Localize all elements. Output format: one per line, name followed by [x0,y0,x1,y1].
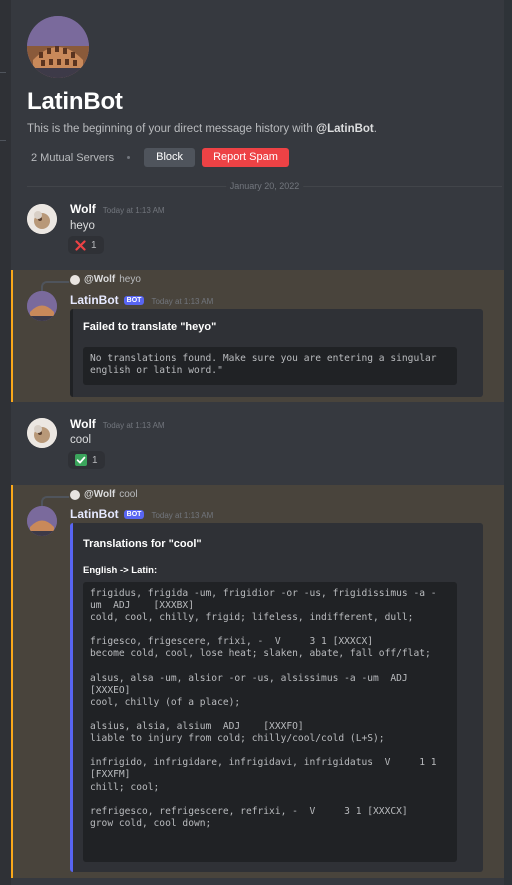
message-author[interactable]: Wolf Today at 1:13 AM [70,417,165,431]
message-author[interactable]: LatinBot BOT Today at 1:13 AM [70,293,213,307]
reply-reference[interactable]: @Wolf cool [70,489,138,500]
dm-intro-text: This is the beginning of your direct mes… [27,123,377,135]
reaction-button[interactable]: 1 [68,451,105,469]
error-embed: Failed to translate "heyo" No translatio… [70,309,483,397]
message-timestamp: Today at 1:13 AM [102,206,165,215]
author-name[interactable]: Wolf [70,417,96,431]
block-button[interactable]: Block [144,148,196,167]
reply-connector [41,281,69,291]
author-name[interactable]: Wolf [70,202,96,216]
colosseum-icon [27,291,57,321]
bot-badge: BOT [123,296,145,305]
reply-connector [41,496,69,506]
wolf-avatar-icon [27,418,57,448]
message-text: heyo [70,220,95,232]
date-divider: January 20, 2022 [27,181,502,191]
divider-tick [0,72,6,73]
message-text: cool [70,434,92,446]
reaction-button[interactable]: 1 [68,236,104,254]
message-timestamp: Today at 1:13 AM [151,297,214,306]
embed-title: Translations for "cool" [83,538,202,550]
colosseum-icon [27,506,57,536]
dm-title: LatinBot [27,88,123,115]
author-name[interactable]: LatinBot [70,293,119,307]
message-timestamp: Today at 1:13 AM [102,421,165,430]
author-name[interactable]: LatinBot [70,507,119,521]
reply-avatar [70,489,80,500]
translation-embed: Translations for "cool" English -> Latin… [70,523,483,872]
embed-code-block: No translations found. Make sure you are… [83,347,457,385]
dm-intro: LatinBot This is the beginning of your d… [27,16,502,167]
server-list-edge [0,0,11,885]
report-spam-button[interactable]: Report Spam [202,148,289,167]
reply-text: cool [119,489,138,500]
scrollbar-track[interactable] [504,0,512,885]
message-highlighted[interactable]: @Wolf cool LatinBot BOT Today at 1:13 AM T… [11,485,504,878]
cross-mark-icon [75,239,86,251]
colosseum-icon [27,16,89,78]
message[interactable]: Wolf Today at 1:13 AM heyo 1 [11,196,504,260]
dm-actions: 2 Mutual Servers Block Report Spam [31,148,289,167]
mutual-servers-link[interactable]: 2 Mutual Servers [31,152,114,164]
embed-title: Failed to translate "heyo" [83,321,217,333]
latinbot-message-avatar[interactable] [27,291,57,321]
divider-tick [0,140,6,141]
separator-dot [127,156,131,159]
latinbot-message-avatar[interactable] [27,506,57,536]
reply-author[interactable]: @Wolf [84,489,115,500]
reply-text: heyo [119,274,141,285]
reply-reference[interactable]: @Wolf heyo [70,274,141,285]
reply-author[interactable]: @Wolf [84,274,115,285]
check-mark-icon [75,454,87,466]
date-divider-label: January 20, 2022 [225,181,304,191]
embed-field-name: English -> Latin: [83,565,158,576]
reaction-count: 1 [91,239,97,251]
wolf-avatar[interactable] [27,204,57,234]
reaction-count: 1 [92,454,98,466]
wolf-avatar-icon [27,204,57,234]
embed-code-block: frigidus, frigida -um, frigidior -or -us… [83,582,457,862]
intro-text-suffix: . [373,123,377,135]
message-author[interactable]: Wolf Today at 1:13 AM [70,202,165,216]
message[interactable]: Wolf Today at 1:13 AM cool 1 [11,411,504,475]
intro-text-prefix: This is the beginning of your direct mes… [27,123,316,135]
message-timestamp: Today at 1:13 AM [151,511,214,520]
wolf-avatar[interactable] [27,418,57,448]
message-author[interactable]: LatinBot BOT Today at 1:13 AM [70,507,213,521]
bot-badge: BOT [123,510,145,519]
reply-avatar [70,274,80,285]
latinbot-avatar[interactable] [27,16,89,78]
intro-user-mention: @LatinBot [315,123,374,135]
message-highlighted[interactable]: @Wolf heyo LatinBot BOT Today at 1:13 AM F… [11,270,504,402]
